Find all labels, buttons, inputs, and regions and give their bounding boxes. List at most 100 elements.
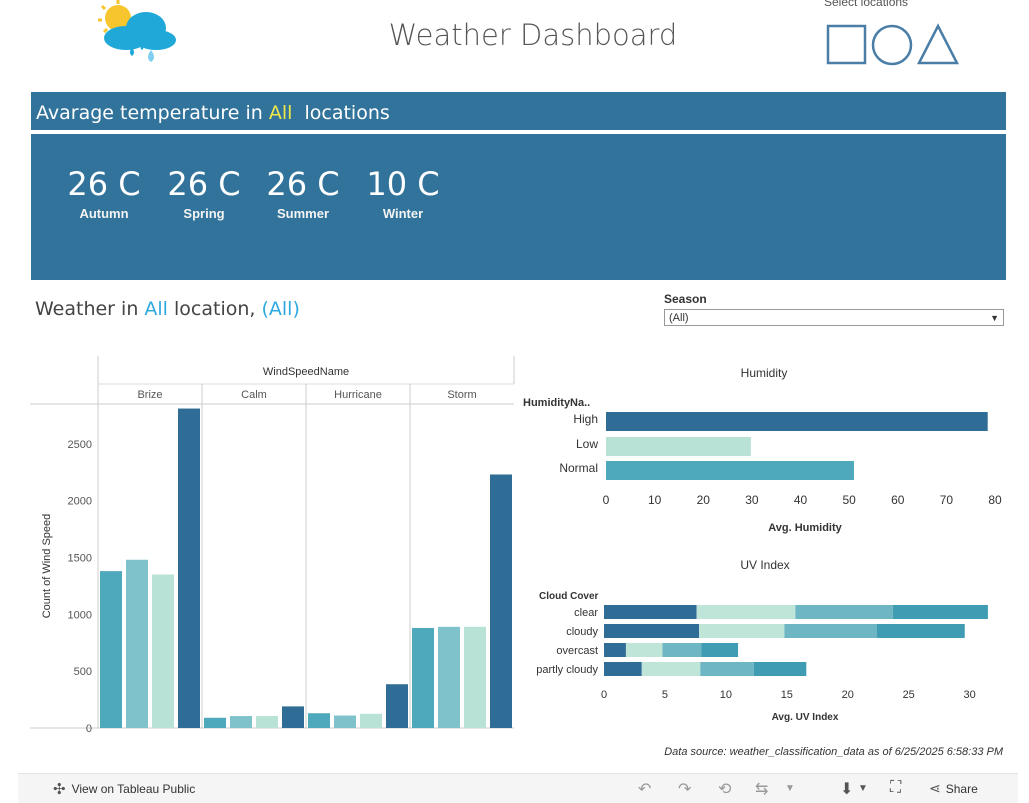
- uv-bar-segment[interactable]: [604, 643, 626, 657]
- uv-bar-segment[interactable]: [753, 662, 807, 676]
- uv-bar-segment[interactable]: [892, 605, 988, 619]
- humidity-x-tick: 30: [745, 493, 759, 507]
- title-season: (All): [261, 298, 300, 320]
- y-tick-label: 1000: [68, 609, 92, 621]
- humidity-category-label: Low: [576, 437, 598, 451]
- weather-section-title: Weather in All location, (All): [35, 298, 300, 320]
- temp-value: 26 C: [67, 165, 141, 203]
- wind-bar-storm[interactable]: [490, 474, 512, 728]
- season-filter-label: Season: [664, 292, 707, 306]
- humidity-x-tick: 10: [648, 493, 662, 507]
- revert-icon[interactable]: ⟲: [718, 779, 731, 799]
- wind-bar-calm[interactable]: [230, 716, 252, 728]
- wind-bar-hurricane[interactable]: [308, 713, 330, 728]
- season-dropdown[interactable]: (All) ▼: [664, 309, 1004, 326]
- uv-bar-segment[interactable]: [662, 643, 702, 657]
- group-label-brize: Brize: [137, 389, 162, 401]
- y-tick-label: 0: [86, 723, 92, 732]
- temp-value: 10 C: [366, 165, 440, 203]
- data-source-note: Data source: weather_classification_data…: [664, 746, 1003, 758]
- uv-category-label: clear: [574, 607, 598, 619]
- wind-bar-storm[interactable]: [464, 626, 486, 728]
- humidity-x-tick: 40: [794, 493, 808, 507]
- humidity-bar[interactable]: [606, 412, 988, 431]
- humidity-bar[interactable]: [606, 461, 854, 480]
- humidity-title: Humidity: [741, 366, 788, 380]
- uv-x-tick: 20: [842, 689, 854, 701]
- humidity-chart: Humidity HumidityNa.. High Low Normal 0 10 2…: [523, 366, 1002, 534]
- title-prefix: Weather in: [35, 298, 145, 320]
- uv-bar-segment[interactable]: [877, 624, 965, 638]
- uv-bar-segment[interactable]: [699, 624, 785, 638]
- temp-value: 26 C: [266, 165, 340, 203]
- uv-bar-segment[interactable]: [784, 624, 877, 638]
- share-button[interactable]: ⋖ Share: [929, 780, 978, 797]
- uv-x-label: Avg. UV Index: [772, 712, 839, 723]
- triangle-icon[interactable]: [916, 23, 960, 65]
- wind-bar-storm[interactable]: [438, 626, 460, 728]
- uv-bar-segment[interactable]: [625, 643, 663, 657]
- humidity-bar[interactable]: [606, 437, 751, 456]
- uv-category-label: partly cloudy: [536, 664, 598, 676]
- uv-bar-segment[interactable]: [604, 624, 700, 638]
- wind-bar-hurricane[interactable]: [386, 684, 408, 728]
- uv-bar-segment[interactable]: [641, 662, 701, 676]
- humidity-x-tick: 60: [891, 493, 905, 507]
- wind-bar-brize[interactable]: [152, 574, 174, 728]
- humidity-x-tick: 80: [988, 493, 1002, 507]
- refresh-menu-chevron-icon[interactable]: ▼: [785, 783, 795, 794]
- y-tick-label: 2500: [68, 439, 92, 451]
- wind-bar-hurricane[interactable]: [360, 713, 382, 728]
- heading-prefix: Avarage temperature in: [36, 102, 269, 124]
- weather-logo-icon: [98, 0, 176, 62]
- uv-bar-segment[interactable]: [604, 662, 642, 676]
- redo-icon[interactable]: ↷: [678, 779, 691, 799]
- temp-card-winter: 10 C Winter: [358, 164, 448, 221]
- wind-bar-brize[interactable]: [100, 571, 122, 728]
- humidity-category-label: High: [573, 412, 598, 426]
- circle-icon[interactable]: [871, 24, 913, 66]
- refresh-icon[interactable]: ⇆: [755, 779, 768, 799]
- wind-bar-calm[interactable]: [204, 717, 226, 728]
- wind-bar-brize[interactable]: [178, 408, 200, 728]
- temperature-panel: 26 C Autumn 26 C Spring 26 C Summer 10 C Win…: [31, 134, 1006, 280]
- humidity-x-tick: 50: [842, 493, 856, 507]
- uv-title: UV Index: [740, 558, 789, 572]
- download-icon[interactable]: ⬇: [840, 779, 853, 799]
- uv-bar-segment[interactable]: [795, 605, 893, 619]
- temp-season: Spring: [183, 206, 225, 221]
- wind-bar-storm[interactable]: [412, 627, 434, 728]
- temp-card-summer: 26 C Summer: [258, 164, 348, 221]
- group-label-calm: Calm: [241, 389, 267, 401]
- view-on-tableau-link[interactable]: ✣ View on Tableau Public: [53, 780, 195, 798]
- wind-bar-calm[interactable]: [256, 716, 278, 728]
- undo-icon[interactable]: ↶: [638, 779, 651, 799]
- uv-x-tick: 15: [781, 689, 793, 701]
- uv-bar-segment[interactable]: [696, 605, 796, 619]
- temp-value: 26 C: [167, 165, 241, 203]
- uv-x-tick: 25: [903, 689, 915, 701]
- y-tick-label: 500: [74, 666, 92, 678]
- chevron-down-icon: ▼: [990, 313, 999, 323]
- uv-bar-segment[interactable]: [701, 643, 739, 657]
- temp-card-autumn: 26 C Autumn: [59, 164, 149, 221]
- uv-category-label: cloudy: [566, 626, 598, 638]
- square-icon[interactable]: [826, 24, 867, 65]
- uv-bar-segment[interactable]: [700, 662, 754, 676]
- wind-bar-brize[interactable]: [126, 559, 148, 728]
- wind-bar-calm[interactable]: [282, 706, 304, 728]
- avg-temperature-heading: Avarage temperature in All locations: [31, 92, 1006, 130]
- humidity-row-header: HumidityNa..: [523, 397, 590, 409]
- heading-suffix: locations: [292, 102, 390, 124]
- y-tick-label: 2000: [68, 496, 92, 508]
- fullscreen-icon[interactable]: ⛶: [890, 779, 901, 797]
- group-label-hurricane: Hurricane: [334, 389, 382, 401]
- humidity-category-label: Normal: [559, 461, 598, 475]
- uv-bar-segment[interactable]: [604, 605, 697, 619]
- uv-category-label: overcast: [556, 645, 598, 657]
- uv-index-chart: UV Index Cloud Cover clear cloudy overcast…: [536, 558, 988, 723]
- wind-bar-hurricane[interactable]: [334, 715, 356, 728]
- humidity-x-tick: 0: [603, 493, 610, 507]
- download-menu-chevron-icon[interactable]: ▼: [858, 783, 868, 794]
- y-tick-label: 1500: [68, 552, 92, 564]
